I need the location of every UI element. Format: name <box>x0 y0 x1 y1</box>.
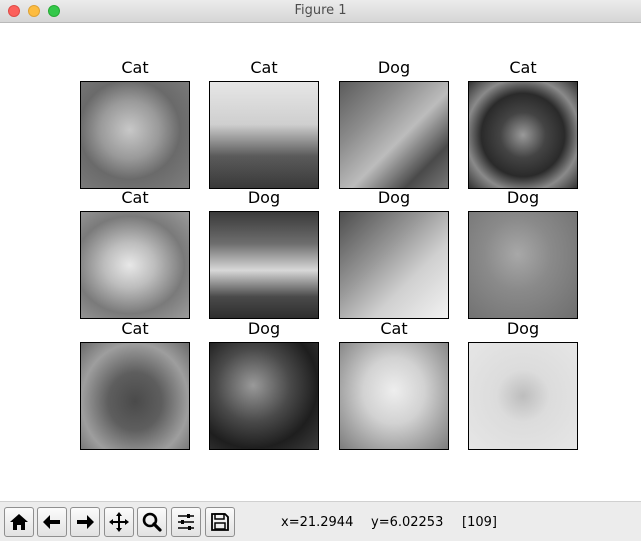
image-panel <box>209 81 319 189</box>
navigation-toolbar: x=21.2944 y=6.02253 [109] <box>0 501 641 541</box>
pixel-value-readout: [109] <box>462 515 497 530</box>
subplot-title: Dog <box>506 319 540 338</box>
forward-arrow-icon <box>77 515 94 529</box>
back-arrow-icon <box>43 515 60 529</box>
image-panel <box>339 81 449 189</box>
image-panel <box>468 81 578 189</box>
dog-photo <box>469 343 577 449</box>
image-panel <box>80 211 190 319</box>
image-panel <box>80 81 190 189</box>
subplot-title: Dog <box>247 319 281 338</box>
dog-photo <box>340 82 448 188</box>
zoom-icon <box>142 512 162 532</box>
subplot-title: Cat <box>509 58 537 77</box>
subplot-title: Cat <box>380 319 408 338</box>
dog-photo <box>340 212 448 318</box>
dog-photo <box>469 212 577 318</box>
home-icon <box>10 514 28 530</box>
cursor-y-readout: y=6.02253 <box>371 515 444 530</box>
home-button[interactable] <box>4 507 34 537</box>
image-panel <box>209 342 319 450</box>
save-button[interactable] <box>205 507 235 537</box>
save-icon <box>211 513 229 531</box>
cat-photo <box>210 82 318 188</box>
cursor-x-readout: x=21.2944 <box>281 515 354 530</box>
cat-photo <box>81 343 189 449</box>
subplot-title: Cat <box>250 58 278 77</box>
pan-icon <box>109 512 129 532</box>
zoom-button[interactable] <box>137 507 167 537</box>
image-panel <box>339 211 449 319</box>
dog-photo <box>210 212 318 318</box>
subplot-title: Cat <box>121 319 149 338</box>
title-bar: Figure 1 <box>0 0 641 23</box>
cat-photo <box>340 343 448 449</box>
image-panel <box>468 211 578 319</box>
figure-window: Figure 1 Cat Cat Dog Cat Cat Dog Dog Dog… <box>0 0 641 541</box>
subplot-title: Dog <box>247 188 281 207</box>
image-panel <box>468 342 578 450</box>
configure-subplots-button[interactable] <box>171 507 201 537</box>
subplot-title: Dog <box>506 188 540 207</box>
subplot-title: Dog <box>377 188 411 207</box>
subplot-title: Cat <box>121 188 149 207</box>
image-panel <box>339 342 449 450</box>
subplot-title: Cat <box>121 58 149 77</box>
image-panel <box>209 211 319 319</box>
cat-photo <box>81 212 189 318</box>
pan-button[interactable] <box>104 507 134 537</box>
subplot-title: Dog <box>377 58 411 77</box>
forward-button[interactable] <box>70 507 100 537</box>
back-button[interactable] <box>37 507 67 537</box>
configure-subplots-icon <box>178 514 194 530</box>
window-title: Figure 1 <box>294 3 347 18</box>
dog-photo <box>210 343 318 449</box>
image-panel <box>80 342 190 450</box>
figure-canvas[interactable]: Cat Cat Dog Cat Cat Dog Dog Dog Cat Dog … <box>0 23 641 501</box>
cat-photo <box>469 82 577 188</box>
cat-photo <box>81 82 189 188</box>
